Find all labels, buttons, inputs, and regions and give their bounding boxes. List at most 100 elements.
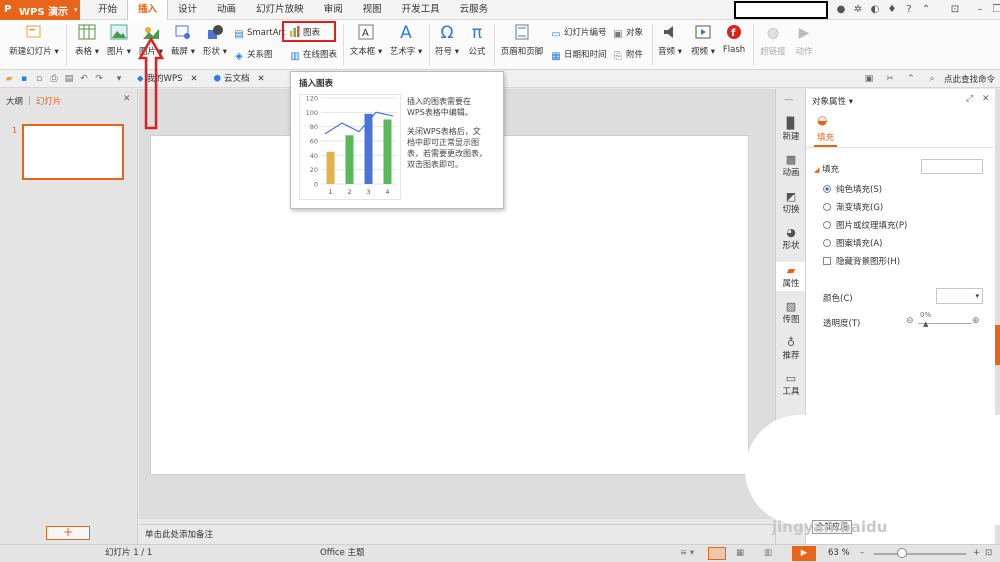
fill-gradient-option[interactable]: 渐变填充(G) [823,201,883,213]
notes-toggle-icon[interactable]: ≡ ▾ [680,545,694,562]
reading-view-icon[interactable]: ▥ [764,545,772,562]
app-menu-button[interactable]: P WPS 演示 ▾ [0,0,80,20]
video-button[interactable]: 视频 ▾ [688,24,718,57]
radio-pattern[interactable] [823,239,831,247]
open-folder-icon[interactable]: ▰ [3,73,15,85]
radio-gradient[interactable] [823,203,831,211]
shape-button[interactable]: 形状 ▾ [200,24,230,57]
zoom-slider-thumb[interactable] [897,548,907,558]
attachment-button[interactable]: ⎘ 附件 [612,47,643,63]
tab-view[interactable]: 视图 [353,0,392,20]
datetime-button[interactable]: ▦ 日期和时间 [550,47,606,63]
maximize-icon[interactable]: ❐ [990,3,1000,17]
undo-icon[interactable]: ↶ [78,73,90,85]
dock-icon[interactable]: ⤢ [966,94,973,104]
tab-developer[interactable]: 开发工具 [392,0,450,20]
table-button[interactable]: 表格 ▾ [72,24,102,57]
fill-select[interactable] [921,159,983,174]
new-slide-button[interactable]: 新建幻灯片 ▾ [6,24,62,57]
rail-properties[interactable]: ▰ 属性 [776,262,806,291]
add-slide-button[interactable]: + [46,526,90,540]
slider-thumb[interactable]: ▲ [923,320,928,328]
tab-start[interactable]: 开始 [88,0,127,20]
radio-solid[interactable] [823,185,831,193]
zoom-slider[interactable] [874,553,966,555]
settings-icon[interactable]: ✲ [851,3,865,17]
props-header[interactable]: 对象属性 ▾ [812,95,853,107]
panel-collapse-handle[interactable] [995,325,1000,365]
textbox-button[interactable]: A 文本框 ▾ [348,24,384,57]
tab-outline[interactable]: 大纲 [6,95,23,107]
new-doc-icon[interactable]: ▫ [33,73,45,85]
smartart-button[interactable]: ▤ SmartArt [233,25,285,41]
tab-insert[interactable]: 插入 [127,0,169,20]
tab-cloud[interactable]: 云服务 [450,0,499,20]
comment-icon[interactable]: ▣ [863,73,875,85]
normal-view-icon[interactable] [708,547,726,560]
sync-icon[interactable]: ◐ [868,3,882,17]
hyperlink-button[interactable]: ◍ 超链接 [757,24,789,57]
action-button[interactable]: ▶ 动作 [790,24,818,57]
tab-review[interactable]: 审阅 [314,0,353,20]
tab-design[interactable]: 设计 [168,0,207,20]
zoom-level[interactable]: 63 % [828,545,850,562]
slide-thumbnail[interactable] [22,124,124,180]
fit-window-icon[interactable]: ⊡ [985,545,992,562]
menu-dots-icon[interactable]: — [784,95,793,105]
search-command[interactable]: 点此查找命令 [944,73,995,85]
wordart-button[interactable]: A 艺术字 ▾ [388,24,424,57]
feedback-icon[interactable]: ♦ [885,3,899,17]
color-picker[interactable]: ▾ [936,288,983,304]
preview-icon[interactable]: ▤ [63,73,75,85]
close-panel-icon[interactable]: ✕ [123,94,131,104]
symbol-button[interactable]: Ω 符号 ▾ [432,24,462,57]
screenshot-button[interactable]: 截屏 ▾ [168,24,198,57]
formula-button[interactable]: π 公式 [464,24,490,57]
picture-button[interactable]: 图片 ▾ [104,24,134,57]
hide-background-option[interactable]: 隐藏背景图形(H) [823,255,900,267]
doc-tab-cloud[interactable]: ⬢ 云文档 ✕ [206,70,273,88]
print-icon[interactable]: ⎙ [48,73,60,85]
fill-solid-option[interactable]: 纯色填充(S) [823,183,882,195]
tab-animation[interactable]: 动画 [207,0,246,20]
save-icon[interactable]: ▪ [18,73,30,85]
tools-icon[interactable]: ✂ [884,73,896,85]
audio-button[interactable]: 音频 ▾ [656,24,684,57]
minimize-icon[interactable]: – [973,3,987,17]
skin-icon[interactable]: ● [834,3,848,17]
close-tab-icon[interactable]: ✕ [258,70,265,88]
hide-bg-checkbox[interactable] [823,257,831,265]
close-tab-icon[interactable]: ✕ [190,70,197,88]
notes-area[interactable]: 单击此处添加备注 [139,524,775,544]
online-chart-button[interactable]: ▥ 在线图表 [289,47,337,63]
rail-tools[interactable]: ▭ 工具 [776,372,806,397]
fill-pattern-option[interactable]: 图案填充(A) [823,237,882,249]
restore-ribbon-icon[interactable]: ⊡ [948,3,962,17]
rail-new[interactable]: ▉ 新建 [776,117,806,142]
fill-tab[interactable]: 填充 [814,131,838,147]
customize-dropdown-icon[interactable]: ▾ [113,73,125,85]
redo-icon[interactable]: ↷ [93,73,105,85]
minus-icon[interactable]: ⊖ [906,316,914,326]
flash-button[interactable]: f Flash [720,24,748,55]
chevron-up-icon[interactable]: ⌃ [919,3,933,17]
radio-picture[interactable] [823,221,831,229]
close-icon[interactable]: ✕ [982,94,990,104]
help-icon[interactable]: ? [902,3,916,17]
plus-icon[interactable]: ⊕ [972,316,980,326]
zoom-out-icon[interactable]: – [860,545,864,562]
object-button[interactable]: ▣ 对象 [612,25,643,41]
play-slideshow-icon[interactable]: ▶ [792,546,816,561]
tab-slideshow[interactable]: 幻灯片放映 [246,0,314,20]
header-footer-button[interactable]: 页眉和页脚 [498,24,546,57]
fill-section-header[interactable]: ◢ 填充 [814,163,839,175]
slide-number-button[interactable]: ▭ 幻灯片编号 [550,25,606,41]
fill-picture-option[interactable]: 图片或纹理填充(P) [823,219,907,231]
sorter-view-icon[interactable]: ▦ [736,545,744,562]
rail-shape[interactable]: ◕ 形状 [776,226,806,251]
rail-recommend[interactable]: ♁ 推荐 [776,336,806,361]
rail-transition[interactable]: ◩ 切换 [776,190,806,215]
zoom-in-icon[interactable]: + [973,545,980,562]
collapse-ribbon-icon[interactable]: ⌃ [905,73,917,85]
rail-animation[interactable]: ▩ 动画 [776,153,806,178]
